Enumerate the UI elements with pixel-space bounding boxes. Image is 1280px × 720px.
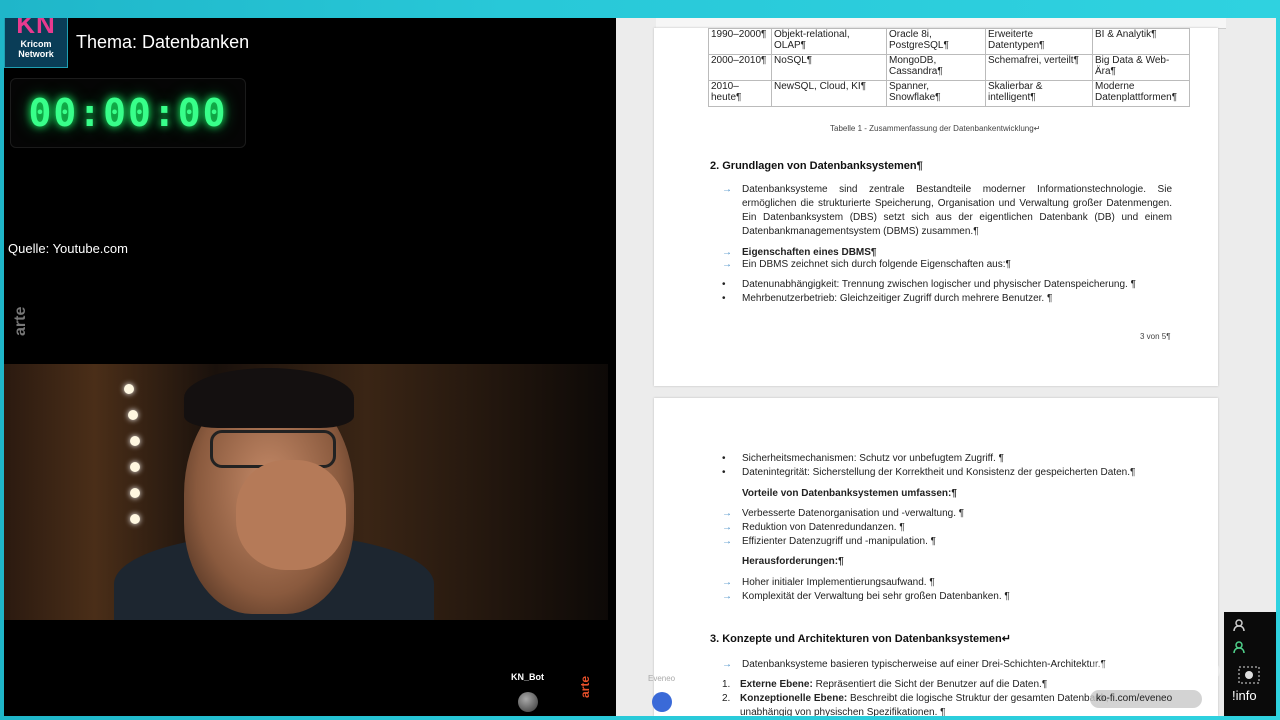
page-number: 3 von 5¶ [1140, 332, 1171, 341]
topic-title: Thema: Datenbanken [76, 32, 250, 52]
table-caption: Tabelle 1 - Zusammenfassung der Datenban… [830, 124, 1041, 133]
table-cell: NewSQL, Cloud, KI¶ [771, 80, 887, 107]
person-hair [184, 368, 354, 428]
qr-icon [1238, 666, 1260, 684]
item-number: 1. [722, 679, 731, 690]
bullet-icon: • [722, 293, 726, 304]
arrow-icon: → [722, 522, 732, 533]
logo-line2: Network [18, 49, 54, 59]
light-bulb [124, 384, 134, 394]
kricom-logo: KN Kricom Network [4, 18, 68, 68]
table-cell: NoSQL¶ [771, 54, 887, 81]
history-table: 1990–2000¶ Objekt-relational, OLAP¶ Oracle… [708, 28, 1190, 107]
table-cell: Schemafrei, verteilt¶ [985, 54, 1093, 81]
arrow-icon: → [722, 184, 732, 195]
table-row: 2000–2010¶ NoSQL¶ MongoDB, Cassandra¶ Schem… [708, 54, 1190, 81]
user-icon [1233, 619, 1245, 632]
bullet-icon: • [722, 453, 726, 464]
light-bulb [130, 488, 140, 498]
list-item-text: Hoher initialer Implementierungsaufwand.… [742, 577, 935, 588]
person-hand [236, 460, 346, 570]
list-item-text: Effizienter Datenzugriff und -manipulati… [742, 536, 936, 547]
light-bulb [130, 436, 140, 446]
table-cell: Spanner, Snowflake¶ [886, 80, 986, 107]
list-item-text: Sicherheitsmechanismen: Schutz vor unbef… [742, 453, 1004, 464]
left-panel: KN Kricom Network Thema: Datenbanken 00:… [4, 18, 616, 716]
table-cell: 2000–2010¶ [708, 54, 772, 81]
user-icon [1233, 641, 1245, 654]
arte-watermark: arte [12, 306, 29, 336]
arrow-icon: → [722, 259, 732, 270]
table-cell: Big Data & Web-Ära¶ [1092, 54, 1190, 81]
list-item-text: Mehrbenutzerbetrieb: Gleichzeitiger Zugr… [742, 293, 1053, 304]
light-bulb [130, 462, 140, 472]
bot-name: KN_Bot [511, 672, 544, 682]
props-intro-text: Ein DBMS zeichnet sich durch folgende Ei… [742, 259, 1011, 270]
table-cell: Moderne Datenplattformen¶ [1092, 80, 1190, 107]
source-label: Quelle: Youtube.com [8, 241, 128, 256]
arte-logo: arte [578, 675, 592, 698]
video-player[interactable] [4, 364, 608, 620]
arrow-icon: → [722, 659, 732, 670]
paragraph-text: Datenbanksysteme sind zentrale Bestandte… [742, 184, 1172, 237]
item-text: Beschreibt die logische Struktur der ges… [847, 693, 1109, 704]
list-item-text: Reduktion von Datenredundanzen. ¶ [742, 522, 905, 533]
table-cell: 1990–2000¶ [708, 28, 772, 55]
logo-line1: Kricom [20, 39, 52, 49]
bullet-icon: • [722, 279, 726, 290]
paragraph-intro: → Datenbanksysteme sind zentrale Bestand… [722, 183, 1172, 239]
heading-grundlagen: 2. Grundlagen von Datenbanksystemen¶ [710, 160, 923, 172]
list-item-text: Datenunabhängigkeit: Trennung zwischen l… [742, 279, 1136, 290]
bot-avatar [518, 692, 538, 712]
bullet-icon: • [722, 467, 726, 478]
arrow-icon: → [722, 591, 732, 602]
light-bulb [130, 514, 140, 524]
list-item-text: Komplexität der Verwaltung bei sehr groß… [742, 591, 1010, 602]
arrow-icon: → [722, 536, 732, 547]
item-text: Repräsentiert die Sicht der Benutzer auf… [812, 679, 1048, 690]
item-label: Externe Ebene: [740, 679, 813, 690]
chat-ticker [1090, 662, 1220, 680]
arrow-icon: → [722, 577, 732, 588]
list-item-text: Datenintegrität: Sicherstellung der Korr… [742, 467, 1136, 478]
table-row: 1990–2000¶ Objekt-relational, OLAP¶ Oracle… [708, 28, 1190, 55]
member-panel: !info [1224, 612, 1276, 716]
light-bulb [128, 410, 138, 420]
document-page-3: 1990–2000¶ Objekt-relational, OLAP¶ Oracle… [654, 28, 1218, 386]
kofi-badge[interactable]: ko-fi.com/eveneo [1090, 690, 1202, 708]
table-cell: 2010–heute¶ [708, 80, 772, 107]
info-command: !info [1232, 688, 1257, 703]
heading-konzepte: 3. Konzepte und Architekturen von Datenb… [710, 633, 1011, 645]
eveneo-label: Eveneo [648, 674, 676, 683]
table-cell: MongoDB, Cassandra¶ [886, 54, 986, 81]
table-cell: Oracle 8i, PostgreSQL¶ [886, 28, 986, 55]
timer-box: 00:00:00 [10, 78, 246, 148]
table-cell: BI & Analytik¶ [1092, 28, 1190, 55]
stream-stage: KN Kricom Network Thema: Datenbanken 00:… [4, 18, 1276, 716]
challenges-heading-text: Herausforderungen:¶ [742, 556, 844, 567]
arrow-icon: → [722, 508, 732, 519]
table-cell: Erweiterte Datentypen¶ [985, 28, 1093, 55]
table-row: 2010–heute¶ NewSQL, Cloud, KI¶ Spanner, Sn… [708, 80, 1190, 107]
logo-mark: KN [16, 18, 56, 39]
advantages-heading-text: Vorteile von Datenbanksystemen umfassen:… [742, 488, 957, 499]
item-label: Konzeptionelle Ebene: [740, 693, 848, 704]
list-item-text: Verbesserte Datenorganisation und -verwa… [742, 508, 965, 519]
countdown-timer: 00:00:00 [28, 91, 228, 135]
table-cell: Objekt-relational, OLAP¶ [771, 28, 887, 55]
eveneo-avatar [652, 692, 672, 712]
document-viewer[interactable]: 1990–2000¶ Objekt-relational, OLAP¶ Oracle… [616, 18, 1276, 716]
table-cell: Skalierbar & intelligent¶ [985, 80, 1093, 107]
item-number: 2. [722, 693, 731, 704]
